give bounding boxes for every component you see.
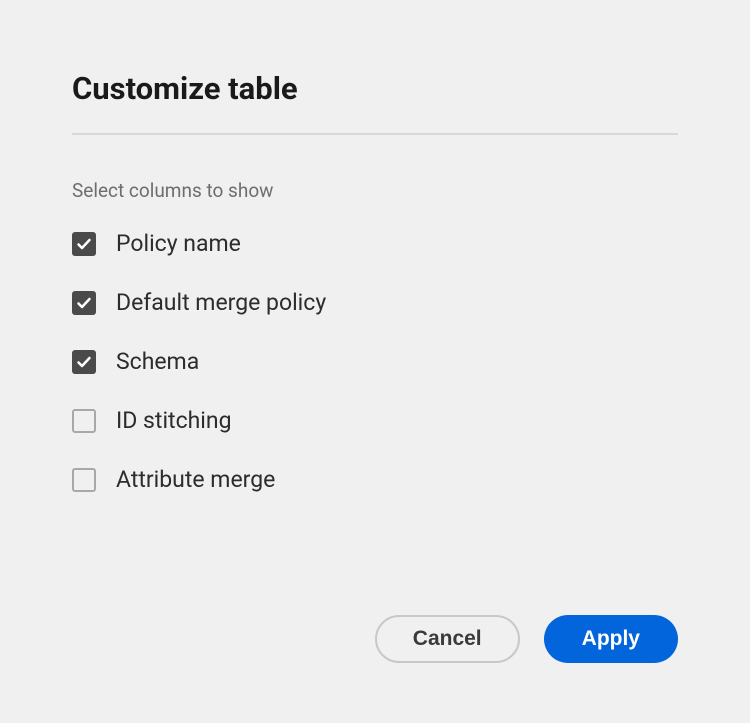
apply-button[interactable]: Apply: [544, 615, 678, 663]
cancel-button[interactable]: Cancel: [375, 615, 520, 663]
checkbox[interactable]: [72, 350, 96, 374]
dialog-title: Customize table: [72, 70, 678, 107]
option-label: ID stitching: [116, 407, 231, 434]
option-label: Attribute merge: [116, 466, 275, 493]
option-default-merge-policy[interactable]: Default merge policy: [72, 289, 678, 316]
dialog-footer: Cancel Apply: [72, 615, 678, 663]
checkbox[interactable]: [72, 232, 96, 256]
option-label: Schema: [116, 348, 199, 375]
option-policy-name[interactable]: Policy name: [72, 230, 678, 257]
checkbox[interactable]: [72, 291, 96, 315]
option-schema[interactable]: Schema: [72, 348, 678, 375]
checkbox[interactable]: [72, 409, 96, 433]
check-icon: [76, 295, 92, 311]
check-icon: [76, 354, 92, 370]
check-icon: [76, 236, 92, 252]
checkbox[interactable]: [72, 468, 96, 492]
option-label: Default merge policy: [116, 289, 326, 316]
divider: [72, 133, 678, 135]
options-list: Policy name Default merge policy Schema …: [72, 230, 678, 493]
option-id-stitching[interactable]: ID stitching: [72, 407, 678, 434]
subtitle: Select columns to show: [72, 179, 678, 202]
option-attribute-merge[interactable]: Attribute merge: [72, 466, 678, 493]
option-label: Policy name: [116, 230, 241, 257]
